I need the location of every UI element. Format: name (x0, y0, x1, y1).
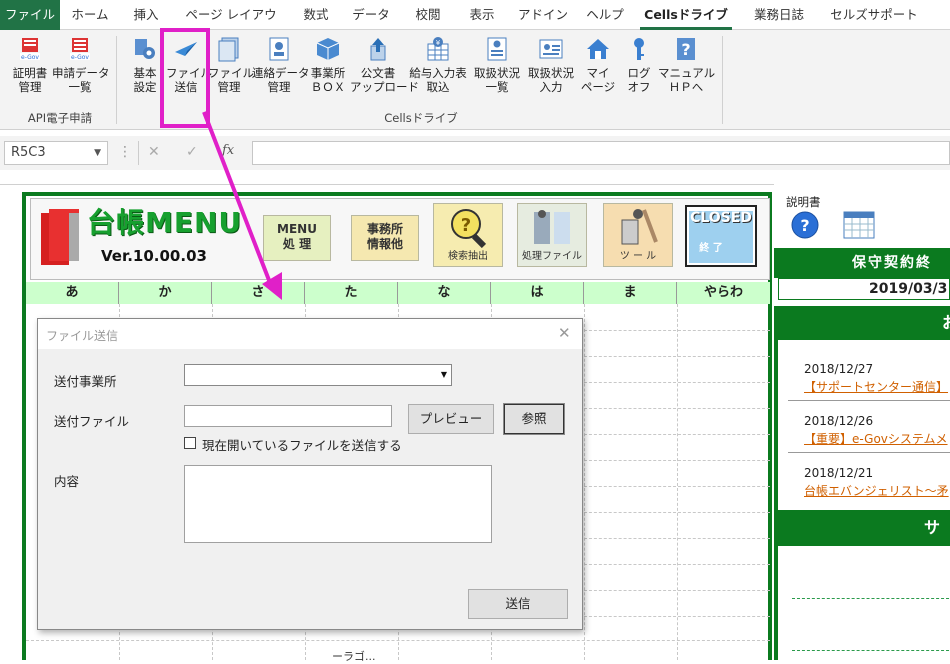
annotation-arrow (202, 111, 282, 300)
